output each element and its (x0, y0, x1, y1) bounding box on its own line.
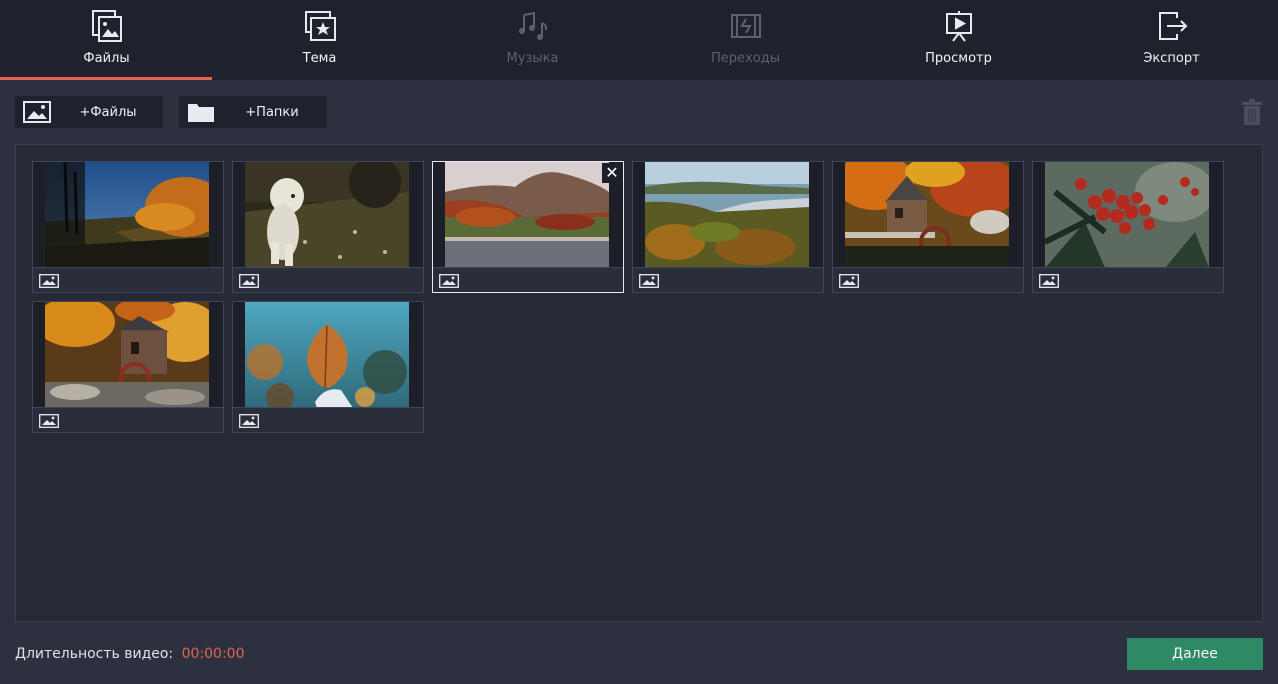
image-icon (439, 273, 459, 292)
theme-icon (303, 9, 337, 43)
music-icon (516, 9, 550, 43)
media-item-bar (33, 407, 223, 432)
tab-label: Музыка (506, 51, 559, 66)
media-item[interactable] (232, 301, 424, 433)
thumbnail-image (245, 162, 409, 268)
image-icon (1039, 273, 1059, 292)
duration-value: 00:00:00 (181, 646, 245, 662)
tab-label: Переходы (711, 51, 780, 66)
media-item-bar (833, 267, 1023, 292)
add-folders-label: +Папки (245, 104, 299, 120)
media-item-bar (1033, 267, 1223, 292)
media-item-bar (233, 407, 423, 432)
thumbnail-image (45, 302, 209, 408)
media-item-bar (33, 267, 223, 292)
media-item[interactable] (832, 161, 1024, 293)
thumbnail-image (645, 162, 809, 268)
thumbnail-image (845, 162, 1009, 268)
thumbnail-image (445, 162, 609, 268)
tab-label: Экспорт (1143, 51, 1200, 66)
thumbnail-image (245, 302, 409, 408)
tab-theme[interactable]: Тема (213, 0, 426, 80)
image-icon (239, 413, 259, 432)
thumbnail-image (1045, 162, 1209, 268)
thumbnail-image (45, 162, 209, 268)
media-item-bar (233, 267, 423, 292)
trash-icon[interactable] (1242, 99, 1262, 125)
tab-music: Музыка (426, 0, 639, 80)
tab-label: Тема (302, 51, 337, 66)
media-item[interactable] (232, 161, 424, 293)
media-item[interactable]: ✕ (432, 161, 624, 293)
preview-icon (942, 9, 976, 43)
folder-icon (179, 96, 223, 128)
tab-label: Файлы (83, 51, 130, 66)
add-folders-button[interactable]: +Папки (179, 96, 327, 128)
add-files-button[interactable]: +Файлы (15, 96, 163, 128)
video-duration: Длительность видео: 00:00:00 (15, 646, 245, 662)
tab-label: Просмотр (925, 51, 992, 66)
media-item-bar (433, 267, 623, 292)
transitions-icon (729, 9, 763, 43)
duration-label: Длительность видео: (15, 646, 174, 662)
image-icon (239, 273, 259, 292)
files-icon (90, 9, 124, 43)
media-item[interactable] (32, 161, 224, 293)
export-icon (1155, 9, 1189, 43)
media-item[interactable] (1032, 161, 1224, 293)
tab-export[interactable]: Экспорт (1065, 0, 1278, 80)
top-navigation: Файлы Тема Музыка Переходы Просмотр Эксп… (0, 0, 1278, 80)
image-icon (39, 413, 59, 432)
tab-preview[interactable]: Просмотр (852, 0, 1065, 80)
tab-transitions: Переходы (639, 0, 852, 80)
image-icon (839, 273, 859, 292)
tab-files[interactable]: Файлы (0, 0, 213, 80)
remove-item-button[interactable]: ✕ (602, 163, 622, 183)
add-files-label: +Файлы (79, 104, 137, 120)
image-icon (639, 273, 659, 292)
media-item[interactable] (32, 301, 224, 433)
media-item[interactable] (632, 161, 824, 293)
media-grid: ✕ (15, 144, 1263, 622)
next-button[interactable]: Далее (1127, 638, 1263, 670)
image-icon (39, 273, 59, 292)
image-icon (15, 96, 59, 128)
media-item-bar (633, 267, 823, 292)
